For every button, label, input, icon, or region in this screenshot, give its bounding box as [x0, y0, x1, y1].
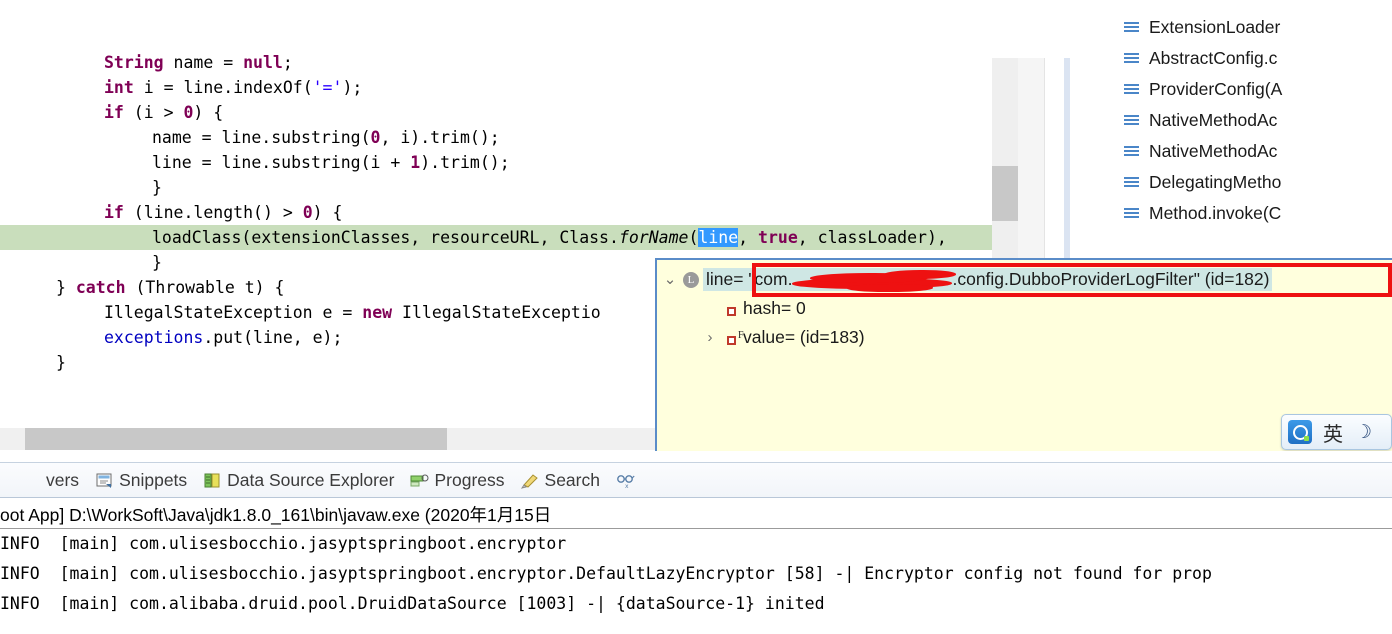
variable-row-text: line= "com. .config.DubboProviderLogFilt…: [703, 267, 1273, 293]
variable-eq: = "com.: [733, 268, 793, 289]
code-line: line = line.substring(i + 1).trim();: [152, 153, 510, 172]
variable-name: line: [706, 268, 734, 289]
tab-label: vers: [46, 469, 80, 490]
stack-frame-icon: [1124, 144, 1139, 159]
variable-row-value[interactable]: › value= (id=183): [657, 323, 1392, 352]
progress-icon: [410, 472, 429, 489]
variable-name: value: [743, 327, 785, 347]
variable-eq: = (id=183): [784, 327, 865, 347]
sogou-ime-floating-bar[interactable]: 英 ☽: [1281, 414, 1392, 450]
svg-text:x: x: [625, 483, 629, 489]
variable-row-hash[interactable]: hash= 0: [657, 294, 1392, 323]
console-launch-header: oot App] D:\WorkSoft\Java\jdk1.8.0_161\b…: [0, 503, 1392, 529]
expressions-glasses-icon: x: [616, 472, 635, 490]
stack-frame-row[interactable]: ExtensionLoader: [1110, 12, 1392, 43]
sogou-logo-icon[interactable]: [1288, 420, 1312, 444]
console-line: INFO [main] com.alibaba.druid.pool.Druid…: [0, 594, 825, 613]
scrollbar-thumb[interactable]: [992, 166, 1018, 221]
stack-frame-icon: [1124, 206, 1139, 221]
stack-frame-row[interactable]: NativeMethodAc: [1110, 105, 1392, 136]
variable-value: .config.DubboProviderLogFilter" (id=182): [952, 268, 1270, 289]
console-output[interactable]: oot App] D:\WorkSoft\Java\jdk1.8.0_161\b…: [0, 503, 1392, 634]
stack-frame-label: Method.invoke(C: [1149, 203, 1282, 223]
servers-icon: [22, 472, 41, 489]
stack-frame-label: DelegatingMetho: [1149, 172, 1282, 192]
stack-frame-label: ExtensionLoader: [1149, 17, 1281, 37]
stack-frame-row[interactable]: ProviderConfig(A: [1110, 74, 1392, 105]
console-line: INFO [main] com.ulisesbocchio.jasyptspri…: [0, 564, 1212, 583]
scrollbar-thumb[interactable]: [25, 428, 447, 450]
chevron-right-icon[interactable]: ›: [697, 323, 723, 352]
variable-row-text: hash= 0: [740, 297, 809, 320]
tab-snippets[interactable]: Snippets: [87, 463, 195, 497]
chevron-down-icon[interactable]: ⌄: [657, 265, 683, 294]
field-final-icon: [727, 330, 744, 345]
code-line: String name = null;: [104, 53, 293, 72]
stack-frame-row[interactable]: AbstractConfig.c: [1110, 43, 1392, 74]
tab-servers[interactable]: vers: [0, 463, 87, 497]
redaction-scribble: [792, 270, 957, 293]
snippets-icon: [95, 472, 114, 489]
tab-label: Data Source Explorer: [227, 469, 395, 490]
stack-frame-label: NativeMethodAc: [1149, 110, 1278, 130]
moon-icon[interactable]: ☽: [1355, 421, 1372, 444]
stack-frame-row[interactable]: NativeMethodAc: [1110, 136, 1392, 167]
local-variable-icon: L: [683, 271, 699, 288]
stack-frame-icon: [1124, 20, 1139, 35]
tab-label: Snippets: [119, 469, 188, 490]
tab-progress[interactable]: Progress: [402, 463, 512, 497]
code-line: }: [152, 178, 162, 197]
tab-expressions[interactable]: x: [608, 463, 648, 497]
stack-frame-icon: [1124, 82, 1139, 97]
stack-frame-label: NativeMethodAc: [1149, 141, 1278, 161]
stack-frame-icon: [1124, 113, 1139, 128]
stack-frame-row[interactable]: DelegatingMetho: [1110, 167, 1392, 198]
stack-frame-label: AbstractConfig.c: [1149, 48, 1278, 68]
code-line: name = line.substring(0, i).trim();: [152, 128, 500, 147]
variable-name: hash: [743, 298, 781, 318]
stack-frame-icon: [1124, 51, 1139, 66]
stack-frame-row[interactable]: Method.invoke(C: [1110, 198, 1392, 229]
view-tab-bar[interactable]: vers Snippets Data Source Explorer Progr…: [0, 462, 1392, 498]
code-line-highlighted: loadClass(extensionClasses, resourceURL,…: [0, 225, 1070, 250]
screenshot-root: String name = null; int i = line.indexOf…: [0, 0, 1392, 634]
console-line: INFO [main] com.ulisesbocchio.jasyptspri…: [0, 534, 567, 553]
stack-frame-icon: [1124, 175, 1139, 190]
variable-row-text: value= (id=183): [740, 326, 868, 349]
code-line: int i = line.indexOf('=');: [104, 78, 363, 97]
bottom-panel: vers Snippets Data Source Explorer Progr…: [0, 451, 1392, 634]
debug-stack-frames-pane[interactable]: ExtensionLoader AbstractConfig.c Provide…: [1110, 0, 1392, 255]
tab-label: Search: [544, 469, 600, 490]
variable-eq: = 0: [780, 298, 806, 318]
stack-frame-label: ProviderConfig(A: [1149, 79, 1283, 99]
tab-data-source-explorer[interactable]: Data Source Explorer: [195, 463, 402, 497]
tab-label: Progress: [434, 469, 505, 490]
code-line: if (i > 0) {: [104, 103, 224, 122]
tab-search[interactable]: Search: [513, 463, 608, 497]
code-line: if (line.length() > 0) {: [104, 203, 343, 222]
field-icon: [727, 306, 736, 316]
data-source-explorer-icon: [203, 472, 222, 489]
search-icon: [520, 472, 540, 489]
variable-row-line[interactable]: ⌄ L line= "com. .config.DubboProviderLog…: [657, 265, 1392, 294]
ime-mode-label[interactable]: 英: [1323, 418, 1343, 447]
